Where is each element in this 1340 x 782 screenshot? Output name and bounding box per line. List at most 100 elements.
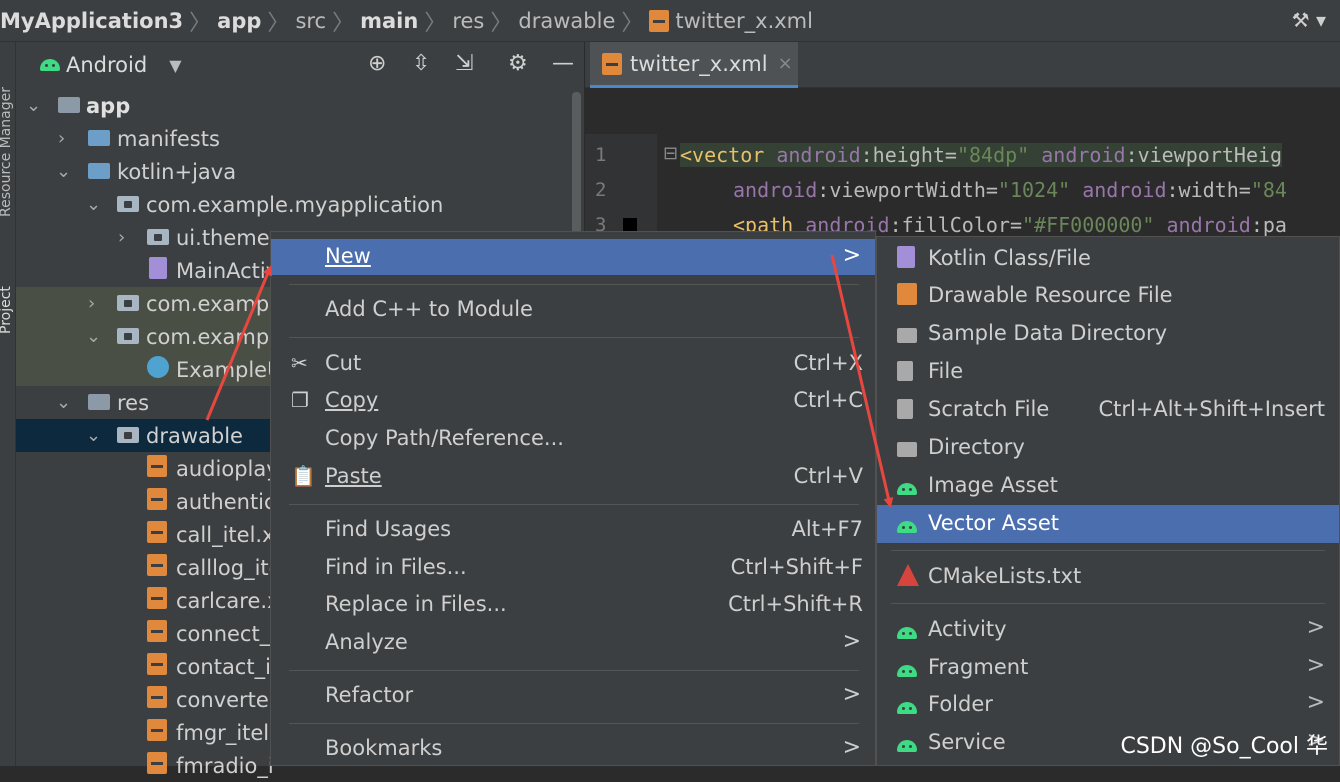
breadcrumb-module[interactable]: app — [217, 9, 261, 33]
code-line: <vector android:height="84dp" android:vi… — [680, 143, 1283, 167]
breadcrumb-project[interactable]: MyApplication3 — [0, 9, 183, 33]
fold-marker-icon[interactable]: ⊟ — [663, 143, 678, 164]
tree-row-package[interactable]: ⌄ com.example.myapplication — [16, 188, 569, 221]
xml-file-icon — [649, 9, 670, 32]
chevron-right-icon[interactable]: › — [118, 227, 125, 248]
menu-item-new[interactable]: New > — [271, 239, 875, 275]
xml-file-icon — [147, 587, 167, 609]
submenu-item-folder[interactable]: Folder > — [877, 686, 1339, 724]
tree-item-label: drawable — [146, 423, 243, 448]
chevron-down-icon[interactable]: ⌄ — [56, 392, 71, 413]
package-icon — [117, 426, 139, 443]
chevron-right-icon[interactable]: › — [58, 128, 65, 149]
breadcrumb-file[interactable]: twitter_x.xml — [675, 9, 813, 33]
menu-item-find-usages[interactable]: Find Usages Alt+F7 — [271, 512, 875, 548]
hide-panel-icon[interactable]: — — [552, 51, 574, 76]
xml-file-icon — [147, 719, 167, 741]
chevron-down-icon[interactable]: ⌄ — [86, 194, 101, 215]
xml-file-icon — [602, 52, 622, 75]
menu-separator — [891, 603, 1325, 604]
package-icon — [117, 294, 139, 311]
tree-item-label: com.example — [146, 291, 288, 316]
xml-file-icon — [147, 488, 167, 510]
gear-icon[interactable]: ⚙ — [508, 51, 528, 76]
tree-item-label: app — [86, 93, 131, 118]
scratch-file-icon — [897, 399, 913, 419]
chevron-right-icon: > — [842, 735, 861, 760]
chevron-down-icon[interactable]: ⌄ — [86, 425, 101, 446]
tree-row-kotlin-java[interactable]: ⌄ kotlin+java — [16, 155, 569, 188]
tree-row-manifests[interactable]: › manifests — [16, 122, 569, 155]
breadcrumb-drawable[interactable]: drawable — [518, 9, 615, 33]
line-number: 2 — [595, 179, 607, 201]
locate-file-icon[interactable]: ⊕ — [368, 51, 386, 76]
editor-tab-twitter-x[interactable]: twitter_x.xml × — [590, 42, 798, 88]
cmake-icon — [897, 564, 919, 586]
chevron-down-icon[interactable]: ⌄ — [56, 161, 71, 182]
submenu-item-cmakelists[interactable]: CMakeLists.txt — [877, 558, 1339, 596]
breadcrumb-separator: 〉 — [267, 10, 290, 36]
close-icon[interactable]: × — [778, 53, 793, 74]
android-icon — [897, 665, 917, 677]
submenu-item-file[interactable]: File — [877, 353, 1339, 391]
breadcrumb-main[interactable]: main — [360, 9, 418, 33]
project-panel-header: Android ▼ ⊕ ⇳ ⇲ ⚙ — — [16, 42, 584, 88]
menu-item-find-in-files[interactable]: Find in Files... Ctrl+Shift+F — [271, 550, 875, 586]
breadcrumb-separator: 〉 — [621, 10, 644, 36]
menu-item-replace-in-files[interactable]: Replace in Files... Ctrl+Shift+R — [271, 587, 875, 623]
file-icon — [897, 361, 913, 381]
project-view-selector[interactable]: Android — [66, 53, 147, 77]
menu-item-cut[interactable]: ✂ Cut Ctrl+X — [271, 346, 875, 382]
submenu-item-image-asset[interactable]: Image Asset — [877, 467, 1339, 505]
folder-icon — [897, 328, 917, 343]
dropdown-chevron-icon[interactable]: ▼ — [169, 56, 181, 75]
tree-item-label: res — [117, 390, 150, 415]
kotlin-file-icon — [897, 246, 915, 268]
xml-file-icon — [147, 455, 167, 477]
submenu-item-scratch-file[interactable]: Scratch File Ctrl+Alt+Shift+Insert — [877, 391, 1339, 429]
clipboard-icon: 📋 — [291, 464, 316, 488]
android-icon — [40, 59, 60, 71]
tree-item-label: calllog_ite — [176, 555, 282, 580]
submenu-item-drawable-resource[interactable]: Drawable Resource File — [877, 277, 1339, 315]
collapse-all-icon[interactable]: ⇲ — [455, 51, 473, 76]
submenu-item-activity[interactable]: Activity > — [877, 611, 1339, 649]
watermark: CSDN @So_Cool 华 — [1120, 734, 1328, 759]
menu-item-paste[interactable]: 📋 Paste Ctrl+V — [271, 459, 875, 495]
submenu-item-kotlin-class[interactable]: Kotlin Class/File — [877, 240, 1339, 278]
submenu-item-fragment[interactable]: Fragment > — [877, 649, 1339, 687]
build-hammer-icon[interactable]: ⚒ ▾ — [1292, 8, 1326, 32]
menu-item-add-cpp[interactable]: Add C++ to Module — [271, 292, 875, 328]
folder-icon — [88, 129, 110, 146]
menu-item-copy[interactable]: ❐ Copy Ctrl+C — [271, 383, 875, 419]
menu-item-bookmarks[interactable]: Bookmarks > — [271, 731, 875, 767]
code-line: android:viewportWidth="1024" android:wid… — [733, 178, 1287, 202]
menu-item-refactor[interactable]: Refactor > — [271, 678, 875, 714]
tree-item-label: contact_it — [176, 654, 280, 679]
color-swatch[interactable] — [623, 218, 637, 232]
line-number: 1 — [595, 144, 607, 166]
xml-file-icon — [147, 653, 167, 675]
breadcrumb-src[interactable]: src — [295, 9, 326, 33]
chevron-down-icon[interactable]: ⌄ — [26, 95, 41, 116]
tool-tab-resource-manager[interactable]: Resource Manager — [0, 87, 14, 217]
android-icon — [897, 627, 917, 639]
context-menu: New > Add C++ to Module ✂ Cut Ctrl+X ❐ C… — [270, 231, 876, 766]
menu-item-copy-path[interactable]: Copy Path/Reference... — [271, 421, 875, 457]
breadcrumb-res[interactable]: res — [452, 9, 484, 33]
submenu-item-sample-data[interactable]: Sample Data Directory — [877, 315, 1339, 353]
expand-all-icon[interactable]: ⇳ — [412, 51, 430, 76]
submenu-item-directory[interactable]: Directory — [877, 429, 1339, 467]
submenu-item-vector-asset[interactable]: Vector Asset — [877, 505, 1339, 543]
chevron-right-icon[interactable]: › — [88, 293, 95, 314]
android-icon — [897, 702, 917, 714]
menu-item-analyze[interactable]: Analyze > — [271, 625, 875, 661]
tree-row-app[interactable]: ⌄ app — [16, 89, 569, 122]
menu-separator — [289, 337, 859, 338]
chevron-down-icon[interactable]: ⌄ — [86, 326, 101, 347]
folder-icon — [88, 162, 110, 179]
module-folder-icon — [58, 96, 80, 113]
tree-item-label: authentic — [176, 489, 276, 514]
tool-tab-project[interactable]: Project — [0, 286, 14, 334]
breadcrumb-separator: 〉 — [332, 10, 355, 36]
